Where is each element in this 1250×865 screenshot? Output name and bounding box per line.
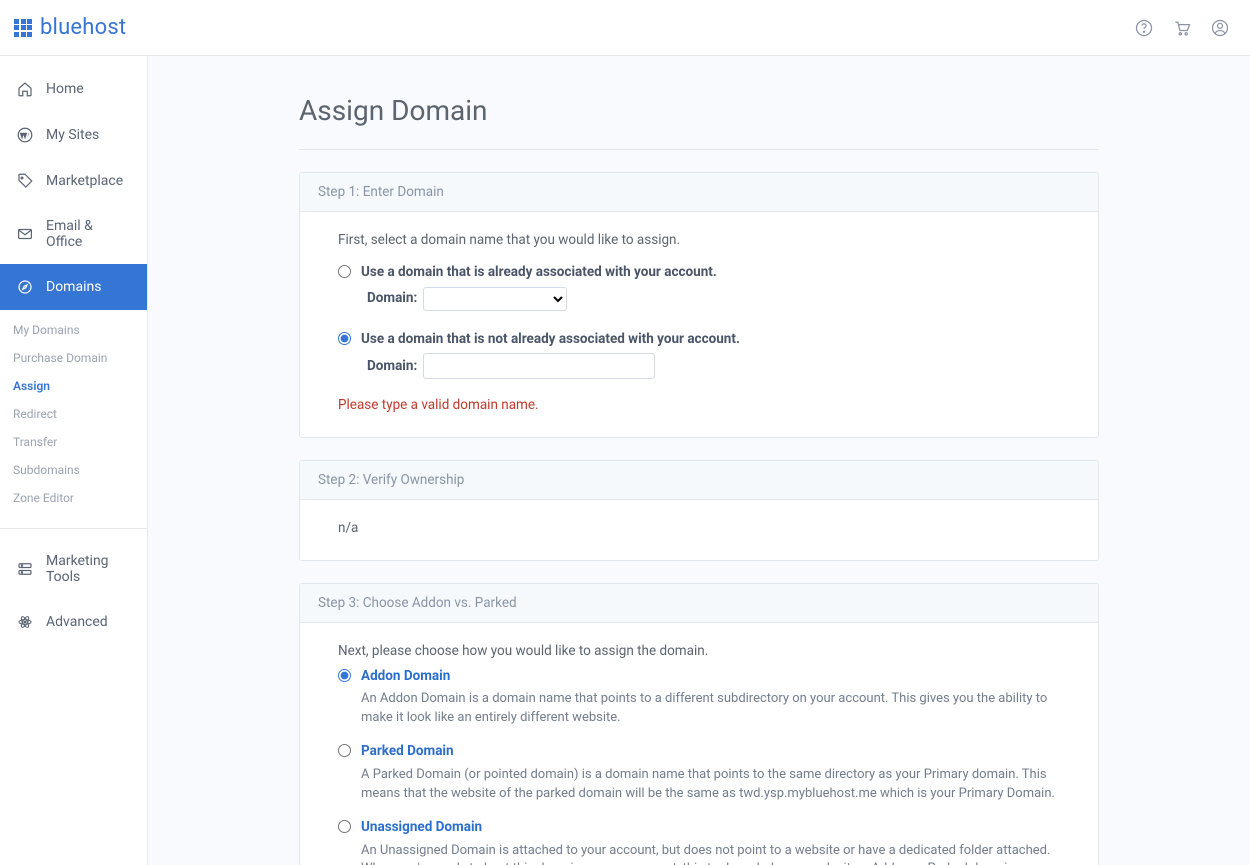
sidebar-item-label: Email & Office [46, 218, 131, 250]
opt-associated-label: Use a domain that is already associated … [361, 262, 1060, 282]
cart-icon[interactable] [1172, 18, 1192, 38]
subnav-assign[interactable]: Assign [13, 372, 147, 400]
brand-text: bluehost [40, 15, 126, 40]
unassigned-domain-label: Unassigned Domain [361, 817, 1060, 837]
domain-label-1: Domain: [367, 288, 417, 308]
radio-unassigned-domain[interactable] [338, 820, 351, 833]
sidebar-item-mysites[interactable]: My Sites [0, 112, 147, 158]
atom-icon [16, 613, 34, 631]
sidebar-divider [0, 528, 147, 529]
compass-icon [16, 278, 34, 296]
subnav-subdomains[interactable]: Subdomains [13, 456, 147, 484]
sidebar: Home My Sites Marketplace Email & Office [0, 56, 148, 865]
sidebar-item-home[interactable]: Home [0, 66, 147, 112]
page-title: Assign Domain [299, 94, 1099, 127]
panel-step3: Step 3: Choose Addon vs. Parked Next, pl… [299, 583, 1099, 865]
tag-icon [16, 172, 34, 190]
step1-error: Please type a valid domain name. [338, 395, 1060, 415]
sidebar-item-label: Domains [46, 279, 101, 295]
sidebar-item-marketing[interactable]: Marketing Tools [0, 539, 147, 599]
unassigned-domain-desc: An Unassigned Domain is attached to your… [361, 842, 1060, 865]
brand-logo[interactable]: bluehost [14, 15, 126, 40]
radio-addon-domain[interactable] [338, 669, 351, 682]
panel-step2: Step 2: Verify Ownership n/a [299, 460, 1099, 561]
main-content: Assign Domain Step 1: Enter Domain First… [148, 56, 1250, 865]
radio-not-associated-domain[interactable] [338, 332, 351, 345]
server-icon [16, 560, 34, 578]
step3-intro: Next, please choose how you would like t… [338, 641, 1060, 661]
addon-domain-desc: An Addon Domain is a domain name that po… [361, 690, 1060, 728]
sidebar-item-label: Marketing Tools [46, 553, 131, 585]
domains-subnav: My Domains Purchase Domain Assign Redire… [0, 310, 147, 522]
radio-parked-domain[interactable] [338, 744, 351, 757]
topbar: bluehost [0, 0, 1250, 56]
parked-domain-desc: A Parked Domain (or pointed domain) is a… [361, 766, 1060, 804]
subnav-transfer[interactable]: Transfer [13, 428, 147, 456]
parked-domain-label: Parked Domain [361, 741, 1060, 761]
subnav-purchase-domain[interactable]: Purchase Domain [13, 344, 147, 372]
sidebar-item-label: Marketplace [46, 173, 123, 189]
subnav-zone-editor[interactable]: Zone Editor [13, 484, 147, 512]
mail-icon [16, 225, 34, 243]
addon-domain-label: Addon Domain [361, 666, 1060, 686]
sidebar-item-marketplace[interactable]: Marketplace [0, 158, 147, 204]
step3-title: Step 3: Choose Addon vs. Parked [300, 584, 1098, 623]
user-icon[interactable] [1210, 18, 1230, 38]
sidebar-item-email[interactable]: Email & Office [0, 204, 147, 264]
opt-not-associated-label: Use a domain that is not already associa… [361, 329, 1060, 349]
sidebar-item-advanced[interactable]: Advanced [0, 599, 147, 645]
sidebar-item-label: Home [46, 81, 84, 97]
sidebar-item-label: Advanced [46, 614, 108, 630]
step1-intro: First, select a domain name that you wou… [338, 230, 1060, 250]
domain-label-2: Domain: [367, 356, 417, 376]
radio-associated-domain[interactable] [338, 265, 351, 278]
subnav-my-domains[interactable]: My Domains [13, 316, 147, 344]
title-divider [299, 149, 1099, 150]
step1-title: Step 1: Enter Domain [300, 173, 1098, 212]
subnav-redirect[interactable]: Redirect [13, 400, 147, 428]
associated-domain-select[interactable] [423, 287, 567, 311]
panel-step1: Step 1: Enter Domain First, select a dom… [299, 172, 1099, 438]
sidebar-item-label: My Sites [46, 127, 99, 143]
domain-input[interactable] [423, 353, 655, 379]
help-icon[interactable] [1134, 18, 1154, 38]
grid-icon [14, 19, 32, 37]
step2-title: Step 2: Verify Ownership [300, 461, 1098, 500]
home-icon [16, 80, 34, 98]
wordpress-icon [16, 126, 34, 144]
step2-body: n/a [338, 520, 358, 536]
sidebar-item-domains[interactable]: Domains [0, 264, 147, 310]
